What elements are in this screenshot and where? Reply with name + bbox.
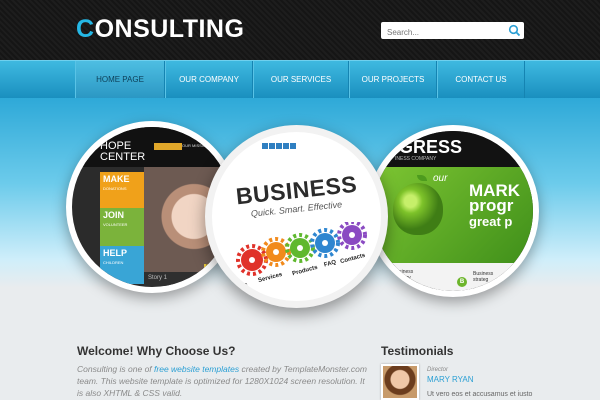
social-icon[interactable] [262,143,268,149]
site-header: CONSULTING [0,0,600,60]
logo-initial: C [76,15,95,43]
testimonials-heading: Testimonials [381,344,454,358]
logo-text: ONSULTING [94,15,245,43]
footer-text-left: Business strategy [393,269,414,281]
testimonial-quote: Ut vero eos et accusamus et iusto [427,391,533,398]
nav-our-services[interactable]: OUR SERVICES [253,61,349,98]
site-logo[interactable]: CONSULTING [76,15,244,44]
welcome-heading: Welcome! Why Choose Us? [77,344,236,358]
gear-orange-icon [261,237,291,267]
story-label: Story 1 [144,272,232,286]
social-icon[interactable] [269,143,275,149]
help-children-block: HELP CHILDREN [100,246,144,284]
social-icons [262,143,296,149]
testimonial-role: Director [427,367,449,373]
slide-title: HOPE CENTER [100,140,146,163]
slide-tab [154,143,182,150]
t-badge: T [204,264,212,272]
nav-contact-us[interactable]: CONTACT US [437,61,525,98]
footer-text-right: Business strateg [473,271,494,283]
testimonial-name[interactable]: MARY RYAN [427,375,474,384]
avatar [381,364,419,400]
social-icon[interactable] [283,143,289,149]
b-badge: B [457,277,467,287]
nav-menu: HOME PAGE OUR COMPANY OUR SERVICES OUR P… [75,61,525,98]
social-icon[interactable] [290,143,296,149]
gear-label-news[interactable]: News [231,282,248,292]
headline: MARK progr great p [469,181,520,229]
slide-tab-mission: OUR MISSION [182,143,209,148]
free-templates-link[interactable]: free website templates [154,364,239,374]
gear-green-icon [285,233,315,263]
social-icon[interactable] [276,143,282,149]
main-navigation: HOME PAGE OUR COMPANY OUR SERVICES OUR P… [0,60,600,98]
apple-image [393,183,443,235]
search-box [381,22,524,41]
nav-our-company[interactable]: OUR COMPANY [165,61,253,98]
slide-business[interactable]: BUSINESS Quick. Smart. Effective News Se… [205,125,388,308]
slide-progress[interactable]: OGRESS INESS COMPANY our MARK progr great … [367,125,539,297]
search-input[interactable] [381,24,501,41]
our-text: our [433,173,448,184]
welcome-paragraph: Consulting is one of free website templa… [77,364,367,398]
gear-purple-icon [337,222,367,250]
nav-our-projects[interactable]: OUR PROJECTS [349,61,437,98]
slide-subtitle: INESS COMPANY [395,156,437,162]
make-donations-block: MAKE DONATIONS [100,172,144,208]
slide-title: OGRESS [385,137,463,157]
nav-home-page[interactable]: HOME PAGE [75,61,165,98]
join-volunteer-block: JOIN VOLUNTEER [100,208,144,246]
gear-blue-icon [310,228,340,258]
search-icon[interactable] [508,24,521,37]
